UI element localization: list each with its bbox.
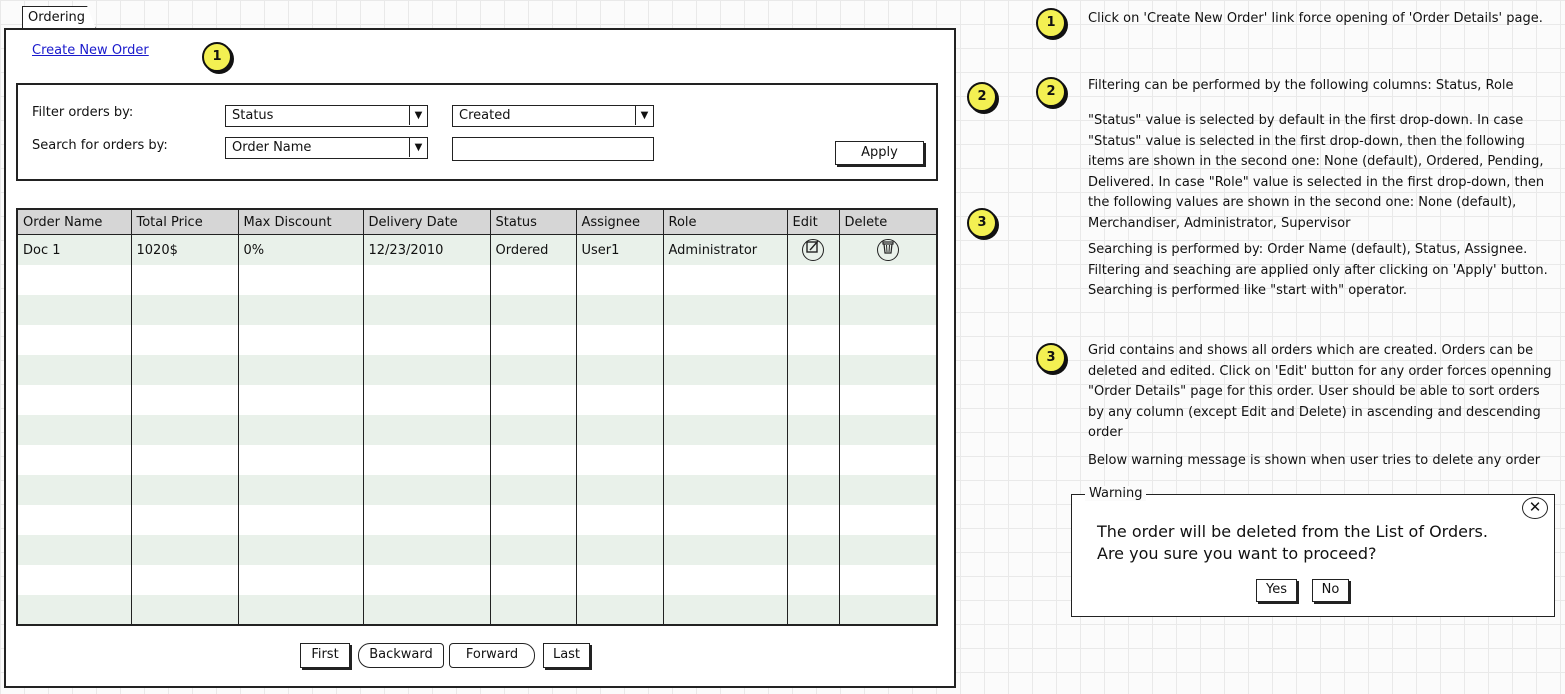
note-3-text-b: Below warning message is shown when user… <box>1088 453 1541 468</box>
note-badge-3: 3 <box>1036 343 1066 373</box>
close-icon[interactable]: ✕ <box>1522 497 1548 519</box>
column-header-max-discount[interactable]: Max Discount <box>238 210 364 235</box>
table-row <box>18 385 936 415</box>
table-row <box>18 445 936 475</box>
note-1-text: Click on 'Create New Order' link force o… <box>1088 11 1543 26</box>
table-row <box>18 535 936 565</box>
column-header-edit: Edit <box>787 210 840 235</box>
search-field-value: Order Name <box>232 140 312 155</box>
trash-icon[interactable] <box>876 239 899 261</box>
column-header-delivery-date[interactable]: Delivery Date <box>363 210 491 235</box>
annotation-badge-3: 3 <box>967 208 997 238</box>
table-row <box>18 475 936 505</box>
cell-total-price: 1020$ <box>131 234 239 265</box>
column-header-status[interactable]: Status <box>490 210 577 235</box>
column-header-assignee[interactable]: Assignee <box>576 210 664 235</box>
note-2-text-b: "Status" value is selected by default in… <box>1088 113 1545 231</box>
note-2-text-a: Filtering can be performed by the follow… <box>1088 78 1514 93</box>
table-row <box>18 595 936 624</box>
search-label: Search for orders by: <box>32 138 168 153</box>
filter-field-value: Status <box>232 108 274 123</box>
warning-title: Warning <box>1085 486 1147 501</box>
filter-label: Filter orders by: <box>32 105 134 120</box>
warning-message-line-1: The order will be deleted from the List … <box>1097 522 1488 541</box>
filter-value-dropdown[interactable]: Created ▼ <box>452 105 654 127</box>
search-input[interactable] <box>452 137 654 161</box>
forward-button[interactable]: Forward <box>449 643 535 668</box>
table-row <box>18 505 936 535</box>
filter-panel <box>16 83 938 181</box>
chevron-down-icon: ▼ <box>409 106 427 125</box>
chevron-down-icon: ▼ <box>409 138 427 157</box>
column-header-delete: Delete <box>839 210 936 235</box>
backward-button[interactable]: Backward <box>358 643 444 668</box>
first-page-button[interactable]: First <box>300 643 350 668</box>
annotation-badge-1: 1 <box>202 42 232 72</box>
edit-icon[interactable] <box>802 239 824 261</box>
note-badge-2: 2 <box>1036 77 1066 107</box>
note-2-text-c: Searching is performed by: Order Name (d… <box>1088 242 1548 298</box>
table-row: Doc 1 1020$ 0% 12/23/2010 Ordered User1 … <box>18 234 936 265</box>
table-row <box>18 325 936 355</box>
yes-button[interactable]: Yes <box>1256 579 1297 602</box>
table-row <box>18 295 936 325</box>
apply-button[interactable]: Apply <box>835 141 924 165</box>
warning-message-line-2: Are you sure you want to proceed? <box>1097 544 1377 563</box>
no-button[interactable]: No <box>1312 579 1349 602</box>
table-row <box>18 565 936 595</box>
cell-max-discount: 0% <box>238 234 364 265</box>
tab-ordering[interactable]: Ordering <box>22 6 97 29</box>
note-3-text-a: Grid contains and shows all orders which… <box>1088 343 1552 440</box>
column-header-role[interactable]: Role <box>663 210 788 235</box>
table-row <box>18 415 936 445</box>
orders-table: Order Name Total Price Max Discount Deli… <box>18 210 936 624</box>
column-header-total-price[interactable]: Total Price <box>131 210 239 235</box>
cell-delivery-date: 12/23/2010 <box>363 234 491 265</box>
table-row <box>18 355 936 385</box>
cell-status: Ordered <box>490 234 577 265</box>
cell-order-name: Doc 1 <box>18 234 132 265</box>
filter-value-value: Created <box>459 108 511 123</box>
column-header-order-name[interactable]: Order Name <box>18 210 132 235</box>
table-row <box>18 265 936 295</box>
cell-edit <box>787 234 840 265</box>
cell-delete <box>839 234 936 265</box>
note-badge-1: 1 <box>1036 8 1066 38</box>
filter-field-dropdown[interactable]: Status ▼ <box>225 105 428 127</box>
table-header-row: Order Name Total Price Max Discount Deli… <box>18 210 936 235</box>
annotation-badge-2: 2 <box>967 82 997 112</box>
orders-grid: Order Name Total Price Max Discount Deli… <box>16 208 938 626</box>
cell-assignee: User1 <box>576 234 664 265</box>
create-new-order-link[interactable]: Create New Order <box>32 43 149 58</box>
search-field-dropdown[interactable]: Order Name ▼ <box>225 137 428 159</box>
last-page-button[interactable]: Last <box>543 643 590 668</box>
cell-role: Administrator <box>663 234 788 265</box>
chevron-down-icon: ▼ <box>635 106 653 125</box>
